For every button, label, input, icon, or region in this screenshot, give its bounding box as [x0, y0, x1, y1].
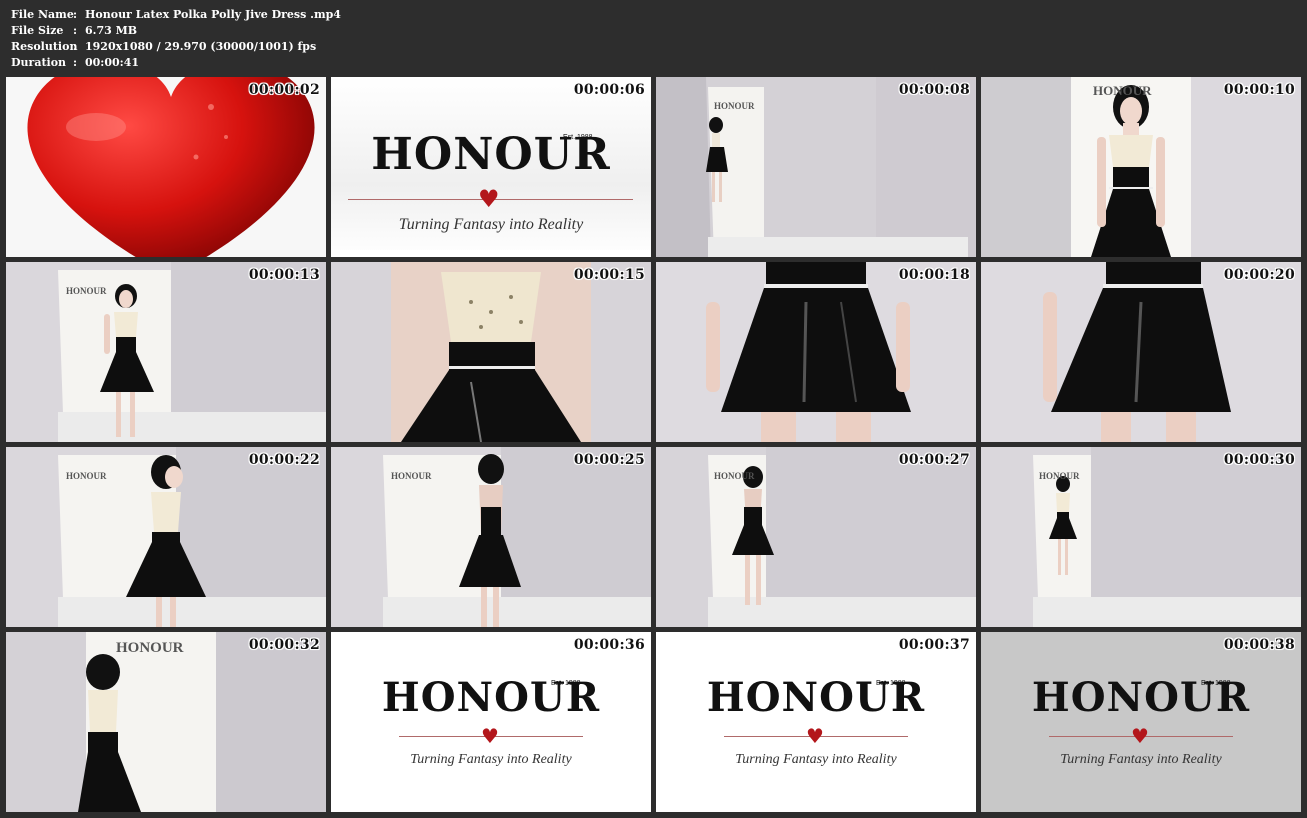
tagline: Turning Fantasy into Reality: [398, 216, 584, 233]
timestamp: 00:00:36: [573, 637, 645, 653]
studio-scene: [981, 447, 1301, 627]
heart-icon: ♥: [1131, 724, 1149, 748]
studio-scene: [981, 77, 1301, 257]
studio-scene: [6, 262, 326, 442]
established-label: Est. 1988: [551, 680, 581, 687]
wall-sign: HONOUR: [1039, 471, 1080, 481]
studio-scene: [6, 632, 326, 812]
honour-logo-card: HONOUR Est. 1988 ♥ Turning Fantasy into …: [331, 77, 651, 257]
timestamp: 00:00:13: [248, 267, 320, 283]
duration-value: 00:00:41: [85, 56, 140, 69]
thumbnail-frame[interactable]: HONOUR Est. 1988 ♥ Turning Fantasy into …: [656, 632, 976, 812]
thumbnail-frame[interactable]: 00:00:02: [6, 77, 326, 257]
separator: :: [73, 24, 78, 37]
thumbnail-frame[interactable]: 00:00:15: [331, 262, 651, 442]
timestamp: 00:00:06: [573, 82, 645, 98]
thumbnail-frame[interactable]: HONOUR 00:00:22: [6, 447, 326, 627]
studio-scene: [656, 447, 976, 627]
thumbnail-frame[interactable]: HONOUR 00:00:10: [981, 77, 1301, 257]
tagline: Turning Fantasy into Reality: [735, 752, 897, 767]
heart-icon: ♥: [806, 724, 824, 748]
wall-sign: HONOUR: [66, 471, 107, 481]
wall-sign: HONOUR: [1093, 83, 1152, 98]
thumbnail-frame[interactable]: HONOUR 00:00:25: [331, 447, 651, 627]
tagline: Turning Fantasy into Reality: [410, 752, 572, 767]
timestamp: 00:00:18: [898, 267, 970, 283]
tagline: Turning Fantasy into Reality: [1060, 752, 1222, 767]
thumbnail-frame[interactable]: HONOUR 00:00:08: [656, 77, 976, 257]
bodice-closeup: [331, 262, 651, 442]
thumbnail-frame[interactable]: HONOUR 00:00:30: [981, 447, 1301, 627]
thumbnail-frame[interactable]: HONOUR Est. 1988 ♥ Turning Fantasy into …: [981, 632, 1301, 812]
established-label: Est. 1988: [563, 134, 593, 141]
wall-sign: HONOUR: [116, 640, 184, 656]
thumbnail-frame[interactable]: HONOUR 00:00:13: [6, 262, 326, 442]
file-size-label: File Size: [11, 24, 64, 37]
thumbnail-frame[interactable]: HONOUR Est. 1988 ♥ Turning Fantasy into …: [331, 632, 651, 812]
wall-sign: HONOUR: [714, 471, 755, 481]
heart-icon: ♥: [478, 185, 500, 213]
honour-logo-card: HONOUR Est. 1988 ♥ Turning Fantasy into …: [656, 632, 976, 812]
file-info-panel: File Name : Honour Latex Polka Polly Jiv…: [11, 7, 341, 71]
resolution-value: 1920x1080 / 29.970 (30000/1001) fps: [85, 40, 317, 53]
timestamp: 00:00:22: [248, 452, 320, 468]
thumbnail-frame[interactable]: 00:00:20: [981, 262, 1301, 442]
timestamp: 00:00:30: [1223, 452, 1295, 468]
skirt-closeup: [656, 262, 976, 442]
timestamp: 00:00:37: [898, 637, 970, 653]
thumbnail-frame[interactable]: HONOUR 00:00:32: [6, 632, 326, 812]
separator: :: [73, 40, 78, 53]
studio-scene: [331, 447, 651, 627]
separator: :: [73, 8, 78, 21]
timestamp: 00:00:20: [1223, 267, 1295, 283]
studio-scene: [6, 447, 326, 627]
resolution-row: Resolution : 1920x1080 / 29.970 (30000/1…: [11, 39, 341, 55]
skirt-closeup: [981, 262, 1301, 442]
wall-sign: HONOUR: [391, 471, 432, 481]
thumbnail-frame[interactable]: HONOUR 00:00:27: [656, 447, 976, 627]
thumbnail-frame[interactable]: HONOUR Est. 1988 ♥ Turning Fantasy into …: [331, 77, 651, 257]
established-label: Est. 1988: [876, 680, 906, 687]
duration-row: Duration : 00:00:41: [11, 55, 341, 71]
wall-sign: HONOUR: [714, 101, 755, 111]
file-name-row: File Name : Honour Latex Polka Polly Jiv…: [11, 7, 341, 23]
timestamp: 00:00:10: [1223, 82, 1295, 98]
established-label: Est. 1988: [1201, 680, 1231, 687]
timestamp: 00:00:38: [1223, 637, 1295, 653]
wall-sign: HONOUR: [66, 286, 107, 296]
red-heart-image: [6, 77, 326, 257]
file-size-row: File Size : 6.73 MB: [11, 23, 341, 39]
duration-label: Duration: [11, 56, 67, 69]
file-name-label: File Name: [11, 8, 74, 21]
honour-logo-card: HONOUR Est. 1988 ♥ Turning Fantasy into …: [331, 632, 651, 812]
resolution-label: Resolution: [11, 40, 78, 53]
separator: :: [73, 56, 78, 69]
heart-icon: ♥: [481, 724, 499, 748]
timestamp: 00:00:32: [248, 637, 320, 653]
file-name-value: Honour Latex Polka Polly Jive Dress .mp4: [85, 8, 341, 21]
timestamp: 00:00:15: [573, 267, 645, 283]
thumbnail-frame[interactable]: 00:00:18: [656, 262, 976, 442]
file-size-value: 6.73 MB: [85, 24, 138, 37]
timestamp: 00:00:25: [573, 452, 645, 468]
timestamp: 00:00:27: [898, 452, 970, 468]
honour-logo-card: HONOUR Est. 1988 ♥ Turning Fantasy into …: [981, 632, 1301, 812]
timestamp: 00:00:02: [248, 82, 320, 98]
timestamp: 00:00:08: [898, 82, 970, 98]
thumbnail-grid: 00:00:02 HONOUR Est. 1988 ♥ Turning Fant…: [6, 77, 1302, 813]
studio-scene: [656, 77, 976, 257]
